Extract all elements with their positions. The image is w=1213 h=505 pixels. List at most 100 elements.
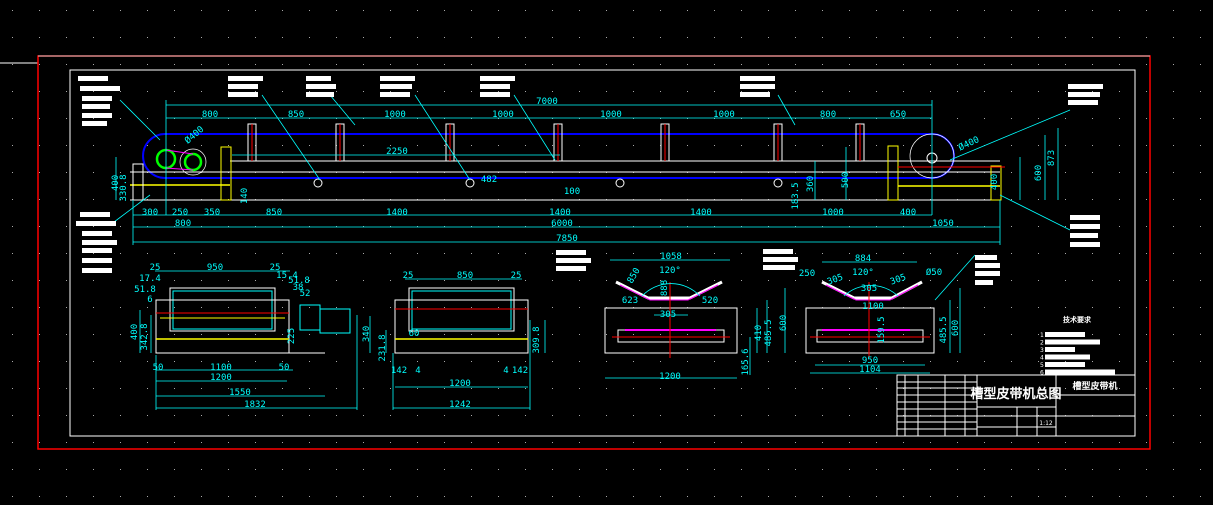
dimension-label: 400: [130, 324, 140, 340]
dimension-label: 884: [855, 254, 871, 264]
dimension-label: 1550: [229, 388, 251, 398]
technical-requirements-notes: 123456: [1040, 332, 1115, 377]
dimension-label: 482: [481, 175, 497, 185]
dimension-label: 485.5: [939, 316, 949, 343]
technical-requirements-heading: 技术要求: [1063, 315, 1092, 324]
dimension-label: 159.5: [877, 316, 887, 343]
dimension-label: 800: [175, 219, 191, 229]
dimension-label: 330.8: [119, 174, 129, 201]
dimension-label: 1104: [859, 365, 881, 375]
dimension-label: 1400: [386, 208, 408, 218]
dimension-label: 1400: [549, 208, 571, 218]
tail-end-view: [385, 278, 546, 410]
dimension-label: 300: [142, 208, 158, 218]
dimension-label: 400: [990, 174, 1000, 190]
dimension-label: 800: [820, 110, 836, 120]
head-belt-wrap: [142, 133, 166, 179]
dimension-label: 142: [391, 366, 407, 376]
dimension-label: 360: [806, 176, 816, 192]
dimension-label: 1200: [210, 373, 232, 383]
dimension-label: 600: [779, 315, 789, 331]
dimension-label: 1200: [449, 379, 471, 389]
dimension-label: 305: [826, 273, 845, 288]
dimension-label: 600: [951, 320, 961, 336]
dimension-label: 1000: [492, 110, 514, 120]
note-text: [1045, 354, 1090, 360]
dimension-label: 7000: [536, 97, 558, 107]
dimension-label: 520: [702, 296, 718, 306]
dimension-label: 140: [240, 188, 250, 204]
dimension-label: 305: [861, 284, 877, 294]
tail-support-post: [887, 145, 899, 201]
dimension-label: 2250: [386, 147, 408, 157]
dimension-label: 350: [204, 208, 220, 218]
dimension-label: 6000: [551, 219, 573, 229]
dimension-label: 52: [300, 289, 311, 299]
drawing-scale: 1:12: [1039, 420, 1053, 427]
drawing-name: 槽型皮带机: [1072, 380, 1117, 392]
note-number: 6: [1040, 370, 1044, 377]
dimension-label: 1000: [713, 110, 735, 120]
dimension-label: 1000: [384, 110, 406, 120]
dimension-label: 950: [207, 263, 223, 273]
dimension-label: 600: [1034, 165, 1044, 181]
dimension-label: 4: [503, 366, 508, 376]
dimension-label: 650: [890, 110, 906, 120]
dimension-label: 500: [841, 172, 851, 188]
dimension-label: 1832: [244, 400, 266, 410]
dimension-label: 1050: [932, 219, 954, 229]
dimension-label: 623: [622, 296, 638, 306]
dimension-label: 340: [362, 326, 372, 342]
dimension-label: 1242: [449, 400, 471, 410]
dimension-label: 25: [511, 271, 522, 281]
dimension-label: 165.6: [741, 348, 751, 375]
dimension-label: 873: [1047, 150, 1057, 166]
cad-drawing-canvas: 槽型皮带机总图 槽型皮带机 1:12 技术要求 123456 7000 800 85…: [0, 10, 1201, 497]
drawing-title: 槽型皮带机总图: [970, 386, 1061, 402]
drive-end-view: [139, 270, 371, 410]
dimension-label: 6: [147, 295, 152, 305]
return-idler: [465, 178, 475, 188]
dimension-label: 50: [279, 363, 290, 373]
dimension-label: 142: [512, 366, 528, 376]
dimension-label: 305: [889, 273, 908, 288]
note-number: 1: [1040, 332, 1044, 339]
dimension-label: 25: [150, 263, 161, 273]
dimension-label: 309.8: [532, 326, 542, 353]
main-elevation-view: [76, 76, 1103, 273]
dimension-label: 305: [660, 310, 676, 320]
note-text: [1045, 369, 1115, 375]
carrying-idler-supports: [247, 123, 865, 162]
dimension-label: 120°: [852, 268, 874, 278]
main-view-callout-labels: [76, 76, 1103, 273]
note-text: [1045, 332, 1085, 337]
dimension-label: 1200: [659, 372, 681, 382]
dimension-label: 800: [202, 110, 218, 120]
grid-dots: [12, 10, 1201, 497]
dimension-label: Ø400: [957, 134, 981, 153]
head-support-post: [220, 146, 232, 201]
note-text: [1045, 347, 1075, 352]
note-number: 5: [1040, 362, 1044, 369]
dimension-label: 1100: [210, 363, 232, 373]
dimension-label: 410: [754, 325, 764, 341]
note-number: 2: [1040, 340, 1044, 347]
dimension-label: 225: [287, 328, 297, 344]
dimension-label: 1100: [862, 302, 884, 312]
note-number: 4: [1040, 355, 1044, 362]
motor-pulley-icon: [183, 152, 203, 172]
dimension-label: 50: [153, 363, 164, 373]
dimension-label: 400: [900, 208, 916, 218]
return-idler: [313, 178, 323, 188]
dimension-label: 231.8: [378, 334, 388, 361]
dimension-label: 120°: [659, 266, 681, 276]
note-text: [1045, 362, 1085, 367]
return-idler: [773, 178, 783, 188]
dimension-label: 17.4: [139, 274, 161, 284]
dimension-label: 100: [564, 187, 580, 197]
dimension-label: 850: [266, 208, 282, 218]
dimension-label: 850: [457, 271, 473, 281]
head-support-leg: [132, 163, 144, 201]
dimension-label: 60: [409, 329, 420, 339]
main-dimension-lines: [109, 94, 1071, 245]
